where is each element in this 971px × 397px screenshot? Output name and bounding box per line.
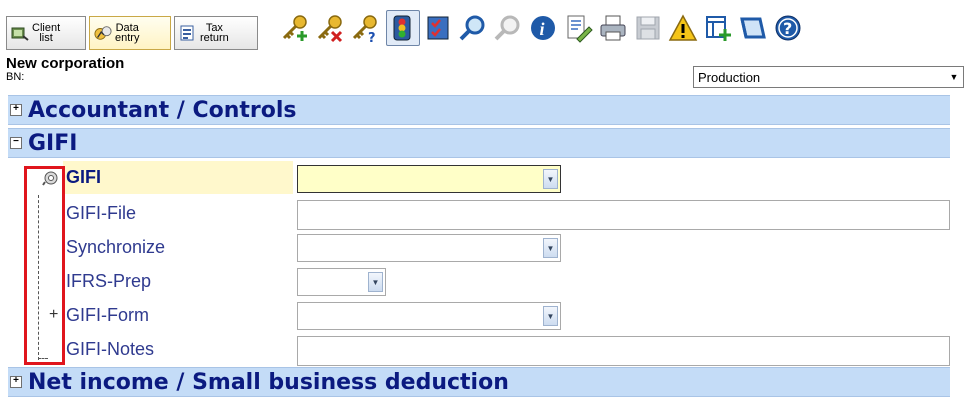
tax-return-tab[interactable]: Tax return [174,16,258,50]
section-accountant-controls[interactable]: + Accountant / Controls [8,95,950,125]
print-icon [600,15,626,41]
save-button[interactable] [631,10,665,46]
field-row-ifrs-prep: IFRS-Prep ▼ [8,264,950,298]
gifi-file-input[interactable] [297,200,950,230]
data-entry-tab[interactable]: Data entry [89,16,171,50]
label-gifi-notes: GIFI-Notes [66,339,155,359]
gifi-form-combo[interactable]: ▼ [297,302,561,330]
label-gifi-file: GIFI-File [66,203,136,223]
print-button[interactable] [596,10,630,46]
chevron-down-icon[interactable]: ▼ [543,306,558,326]
key-help-icon: ? [352,15,377,43]
add-key-icon [282,15,307,41]
bookmark-icon [740,17,766,39]
tax-return-tab-label2: return [200,32,229,44]
add-key-button[interactable] [278,10,312,46]
gifi-combo[interactable]: ▼ [297,165,561,193]
search-disabled-button[interactable] [491,10,525,46]
chevron-down-icon[interactable]: ▼ [543,169,558,189]
label-synchronize: Synchronize [66,237,166,257]
expand-icon[interactable]: + [10,104,22,116]
add-form-icon [706,16,731,41]
info-icon: i [531,16,555,40]
key-help-button[interactable]: ? [348,10,382,46]
mode-select-value: Production [698,69,761,85]
label-ifrs-prep: IFRS-Prep [66,271,152,291]
help-button[interactable]: ? [771,10,805,46]
save-icon [636,16,660,40]
synchronize-combo[interactable]: ▼ [297,234,561,262]
warning-button[interactable] [666,10,700,46]
remove-key-button[interactable] [313,10,347,46]
edit-document-button[interactable] [561,10,595,46]
tax-return-icon [179,24,197,42]
svg-text:?: ? [368,31,376,43]
label-gifi-form: GIFI-Form [66,305,149,325]
section-title-net-income: Net income / Small business deduction [28,369,509,395]
search-disabled-icon [494,15,520,41]
section-net-income[interactable]: + Net income / Small business deduction [8,367,950,397]
info-button[interactable]: i [526,10,560,46]
edit-document-icon [567,15,593,43]
gifi-notes-input[interactable] [297,336,950,366]
client-list-icon [11,24,29,42]
label-gifi: GIFI [63,161,293,194]
section-title-gifi: GIFI [28,130,78,156]
section-title-accountant: Accountant / Controls [28,97,297,123]
search-button[interactable] [456,10,490,46]
data-entry-icon [94,24,112,42]
corporation-name: New corporation [6,55,125,72]
field-row-gifi-file: GIFI-File [8,196,950,230]
collapse-icon[interactable]: − [10,137,22,149]
field-row-gifi-notes: GIFI-Notes [8,332,950,366]
client-list-tab-label2: list [39,32,53,44]
gifi-fields: GIFI ▼ GIFI-File Synchronize ▼ IFRS-Prep… [8,161,950,367]
client-list-tab[interactable]: Client list [6,16,86,50]
field-row-gifi-form: GIFI-Form ▼ [8,298,950,332]
highlight-annotation [24,166,65,365]
chevron-down-icon[interactable]: ▼ [543,238,558,258]
expand-icon[interactable]: + [10,376,22,388]
svg-text:?: ? [783,19,792,38]
field-row-synchronize: Synchronize ▼ [8,230,950,264]
warning-icon [668,14,698,41]
field-row-gifi: GIFI ▼ [8,161,950,195]
bookmark-button[interactable] [736,10,770,46]
data-entry-tab-label2: entry [115,32,140,44]
bn-label: BN: [6,71,25,83]
traffic-light-icon [393,15,411,41]
traffic-light-button[interactable] [386,10,420,46]
add-form-button[interactable] [701,10,735,46]
section-gifi[interactable]: − GIFI [8,128,950,158]
ifrs-prep-combo[interactable]: ▼ [297,268,386,296]
mode-select[interactable]: Production ▼ [693,66,964,88]
checklist-button[interactable] [421,10,455,46]
toolbar: Client list Data entry Tax return ? i ? … [0,0,971,88]
help-icon: ? [775,15,801,41]
checklist-icon [427,16,449,40]
svg-text:i: i [540,19,545,39]
chevron-down-icon[interactable]: ▼ [945,67,963,87]
chevron-down-icon[interactable]: ▼ [368,272,383,292]
remove-key-icon [317,15,343,43]
search-icon [459,15,485,41]
